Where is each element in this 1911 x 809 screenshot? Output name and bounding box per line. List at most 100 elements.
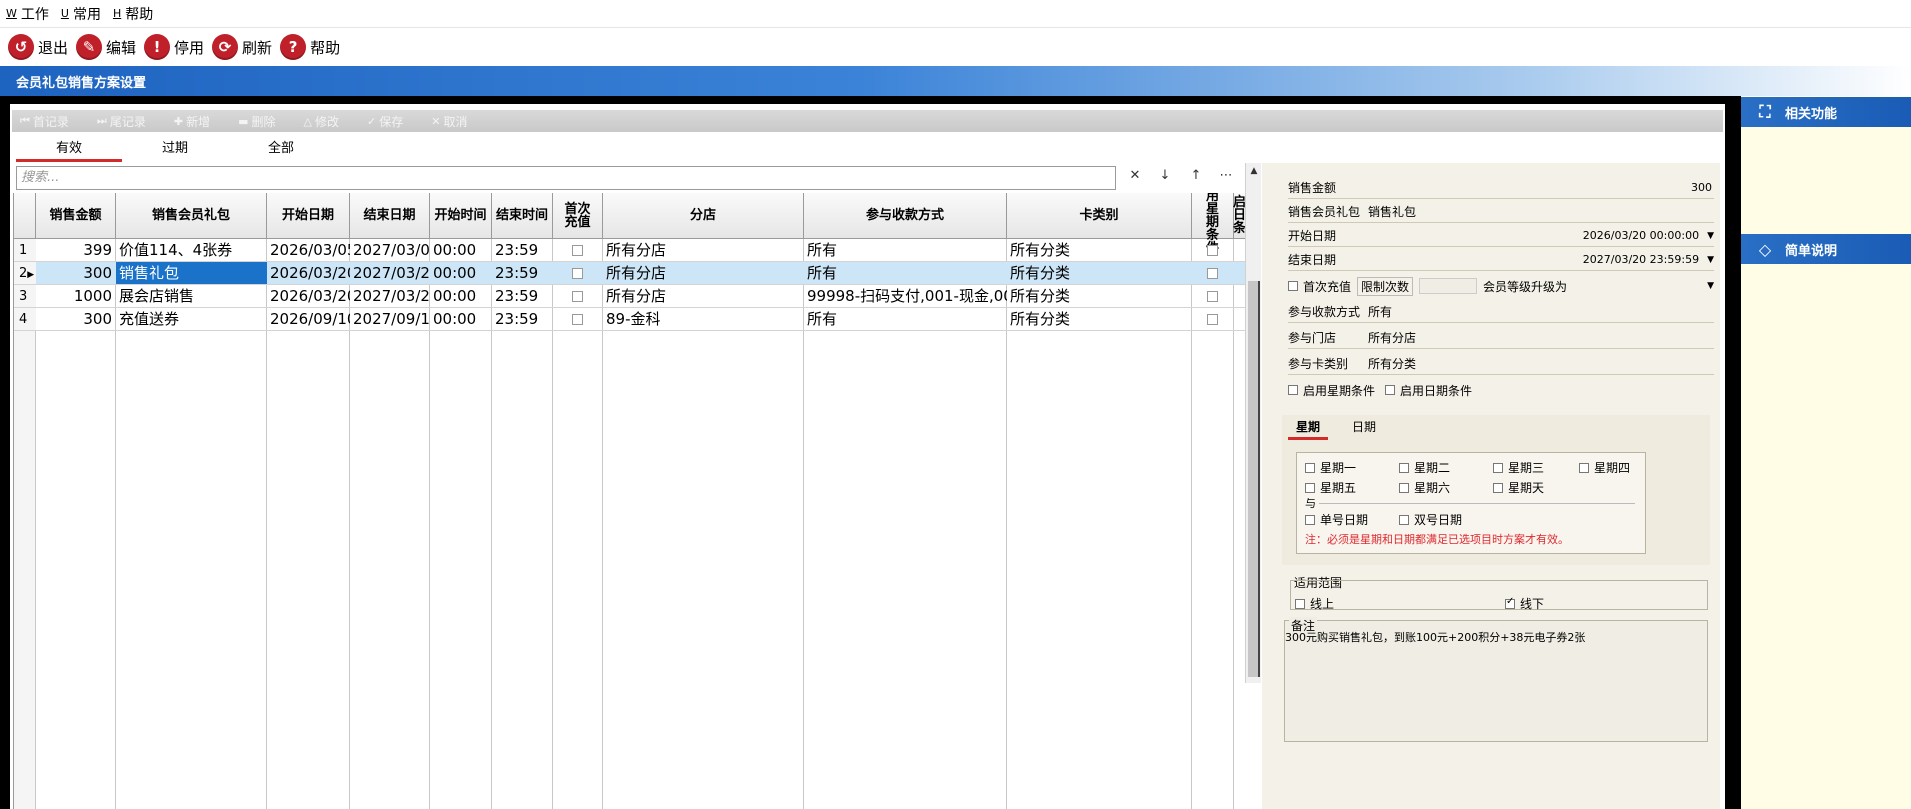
enable-date-checkbox[interactable] <box>1385 385 1396 395</box>
store-field[interactable]: 参与门店 所有分店 <box>1288 327 1714 349</box>
weekday-option[interactable]: 星期二 <box>1399 459 1450 476</box>
col-header-date-condition[interactable]: 启日条 <box>1233 193 1245 239</box>
cell-package[interactable]: 展会店销售 <box>116 285 267 308</box>
menu-help[interactable]: H 帮助 <box>113 4 153 24</box>
search-input[interactable]: 搜索... <box>16 166 1116 190</box>
cell-end-date[interactable]: 2027/03/0 <box>350 239 430 262</box>
chevron-down-icon[interactable]: ▼ <box>1707 281 1714 291</box>
checkbox[interactable] <box>1399 514 1409 525</box>
checkbox[interactable] <box>572 268 583 279</box>
checkbox[interactable] <box>1399 482 1409 493</box>
grid-scrollbar[interactable]: ▲ <box>1245 163 1261 683</box>
cell-card-type[interactable]: 所有分类 <box>1007 285 1192 308</box>
refresh-button[interactable]: ⟳ 刷新 <box>212 34 272 60</box>
offline-option[interactable]: 线下 <box>1505 595 1544 612</box>
disable-button[interactable]: ! 停用 <box>144 34 204 60</box>
cell-date-condition[interactable] <box>1234 262 1245 285</box>
col-header-start-date[interactable]: 开始日期 <box>267 193 350 239</box>
cell-start-time[interactable]: 00:00 <box>430 308 492 331</box>
payment-field[interactable]: 参与收款方式 所有 <box>1288 301 1714 323</box>
cell-start-date[interactable]: 2026/03/20 <box>267 262 350 285</box>
cell-end-time[interactable]: 23:59 <box>492 308 553 331</box>
odd-date-option[interactable]: 单号日期 <box>1305 511 1368 528</box>
col-header-store[interactable]: 分店 <box>603 193 804 239</box>
help-button[interactable]: ? 帮助 <box>280 34 340 60</box>
col-header-card-type[interactable]: 卡类别 <box>1007 193 1192 239</box>
col-header-end-date[interactable]: 结束日期 <box>350 193 430 239</box>
cell-end-date[interactable]: 2027/03/2 <box>350 285 430 308</box>
more-icon[interactable]: ⋯ <box>1215 168 1237 188</box>
checkbox[interactable] <box>572 245 583 256</box>
clear-search-icon[interactable]: ✕ <box>1124 168 1146 188</box>
checkbox[interactable] <box>1207 314 1218 325</box>
col-header-first-recharge[interactable]: 首次充值 <box>553 193 603 239</box>
checkbox[interactable] <box>1207 291 1218 302</box>
cell-amount[interactable]: 300 <box>36 308 116 331</box>
package-field[interactable]: 销售会员礼包 销售礼包 <box>1288 201 1714 223</box>
cell-card-type[interactable]: 所有分类 <box>1007 308 1192 331</box>
limit-times-input[interactable] <box>1419 278 1478 294</box>
cell-card-type[interactable]: 所有分类 <box>1007 262 1192 285</box>
cell-end-time[interactable]: 23:59 <box>492 285 553 308</box>
first-record-button[interactable]: ⏮ 首记录 <box>20 113 69 130</box>
cell-payment[interactable]: 所有 <box>804 262 1007 285</box>
remark-field[interactable]: 备注 300元购买销售礼包，到账100元+200积分+38元电子券2张 <box>1284 617 1708 742</box>
checkbox[interactable] <box>1207 245 1218 256</box>
cell-store[interactable]: 所有分店 <box>603 262 804 285</box>
checkbox[interactable] <box>1295 598 1305 609</box>
col-header-amount[interactable]: 销售金额 <box>36 193 116 239</box>
col-header-end-time[interactable]: 结束时间 <box>492 193 553 239</box>
table-row[interactable]: 3 1000 展会店销售 2026/03/20 2027/03/2 00:00 … <box>14 285 1245 308</box>
end-date-field[interactable]: 结束日期 2027/03/20 23:59:59 ▼ <box>1288 249 1714 271</box>
cell-start-date[interactable]: 2026/09/10 <box>267 308 350 331</box>
related-functions-header[interactable]: ⛶ 相关功能 <box>1741 97 1911 127</box>
table-row[interactable]: 1 399 价值114、4张券 2026/03/05 2027/03/0 00:… <box>14 239 1245 262</box>
save-button[interactable]: ✓ 保存 <box>367 113 403 130</box>
subtab-date[interactable]: 日期 <box>1344 417 1384 437</box>
weekday-option[interactable]: 星期三 <box>1493 459 1544 476</box>
checkbox[interactable] <box>1399 462 1409 473</box>
cell-payment[interactable]: 所有 <box>804 308 1007 331</box>
cell-amount[interactable]: 399 <box>36 239 116 262</box>
weekday-option[interactable]: 星期五 <box>1305 479 1356 496</box>
checkbox[interactable] <box>1579 462 1589 473</box>
checkbox[interactable] <box>572 291 583 302</box>
cell-week-condition[interactable] <box>1192 239 1234 262</box>
checkbox[interactable] <box>1493 482 1503 493</box>
arrow-up-icon[interactable]: ↑ <box>1185 168 1207 188</box>
brief-description-header[interactable]: ◇ 简单说明 <box>1741 234 1911 264</box>
col-header-week-condition[interactable]: 启用星期条件 <box>1192 193 1234 255</box>
sale-amount-field[interactable]: 销售金额 300 <box>1288 177 1714 199</box>
limit-times-button[interactable]: 限制次数 <box>1357 276 1414 296</box>
tab-expired[interactable]: 过期 <box>122 138 228 162</box>
cell-start-time[interactable]: 00:00 <box>430 239 492 262</box>
checkbox[interactable] <box>1493 462 1503 473</box>
cell-payment[interactable]: 所有 <box>804 239 1007 262</box>
cell-first-recharge[interactable] <box>553 285 603 308</box>
cell-package[interactable]: 销售礼包 <box>116 262 267 285</box>
last-record-button[interactable]: ⏭ 尾记录 <box>97 113 146 130</box>
add-button[interactable]: ✚ 新增 <box>174 113 210 130</box>
cell-store[interactable]: 所有分店 <box>603 239 804 262</box>
start-date-field[interactable]: 开始日期 2026/03/20 00:00:00 ▼ <box>1288 225 1714 247</box>
checkbox[interactable] <box>572 314 583 325</box>
cell-week-condition[interactable] <box>1192 262 1234 285</box>
menu-work[interactable]: W 工作 <box>6 4 49 24</box>
checkbox[interactable] <box>1305 482 1315 493</box>
col-header-start-time[interactable]: 开始时间 <box>430 193 492 239</box>
subtab-week[interactable]: 星期 <box>1288 417 1328 440</box>
chevron-down-icon[interactable]: ▼ <box>1707 231 1714 241</box>
cell-first-recharge[interactable] <box>553 308 603 331</box>
cell-package[interactable]: 价值114、4张券 <box>116 239 267 262</box>
cell-end-time[interactable]: 23:59 <box>492 262 553 285</box>
cell-start-date[interactable]: 2026/03/20 <box>267 285 350 308</box>
exit-button[interactable]: ↺ 退出 <box>8 34 68 60</box>
edit-button[interactable]: ✎ 编辑 <box>76 34 136 60</box>
scroll-up-icon[interactable]: ▲ <box>1246 163 1262 179</box>
checkbox[interactable] <box>1305 514 1315 525</box>
tab-all[interactable]: 全部 <box>228 138 334 162</box>
cell-start-time[interactable]: 00:00 <box>430 285 492 308</box>
table-row[interactable]: 4 300 充值送券 2026/09/10 2027/09/1 00:00 23… <box>14 308 1245 331</box>
checkbox-checked[interactable] <box>1505 596 1515 609</box>
level-upgrade-select[interactable]: 会员等级升级为 <box>1483 278 1701 295</box>
